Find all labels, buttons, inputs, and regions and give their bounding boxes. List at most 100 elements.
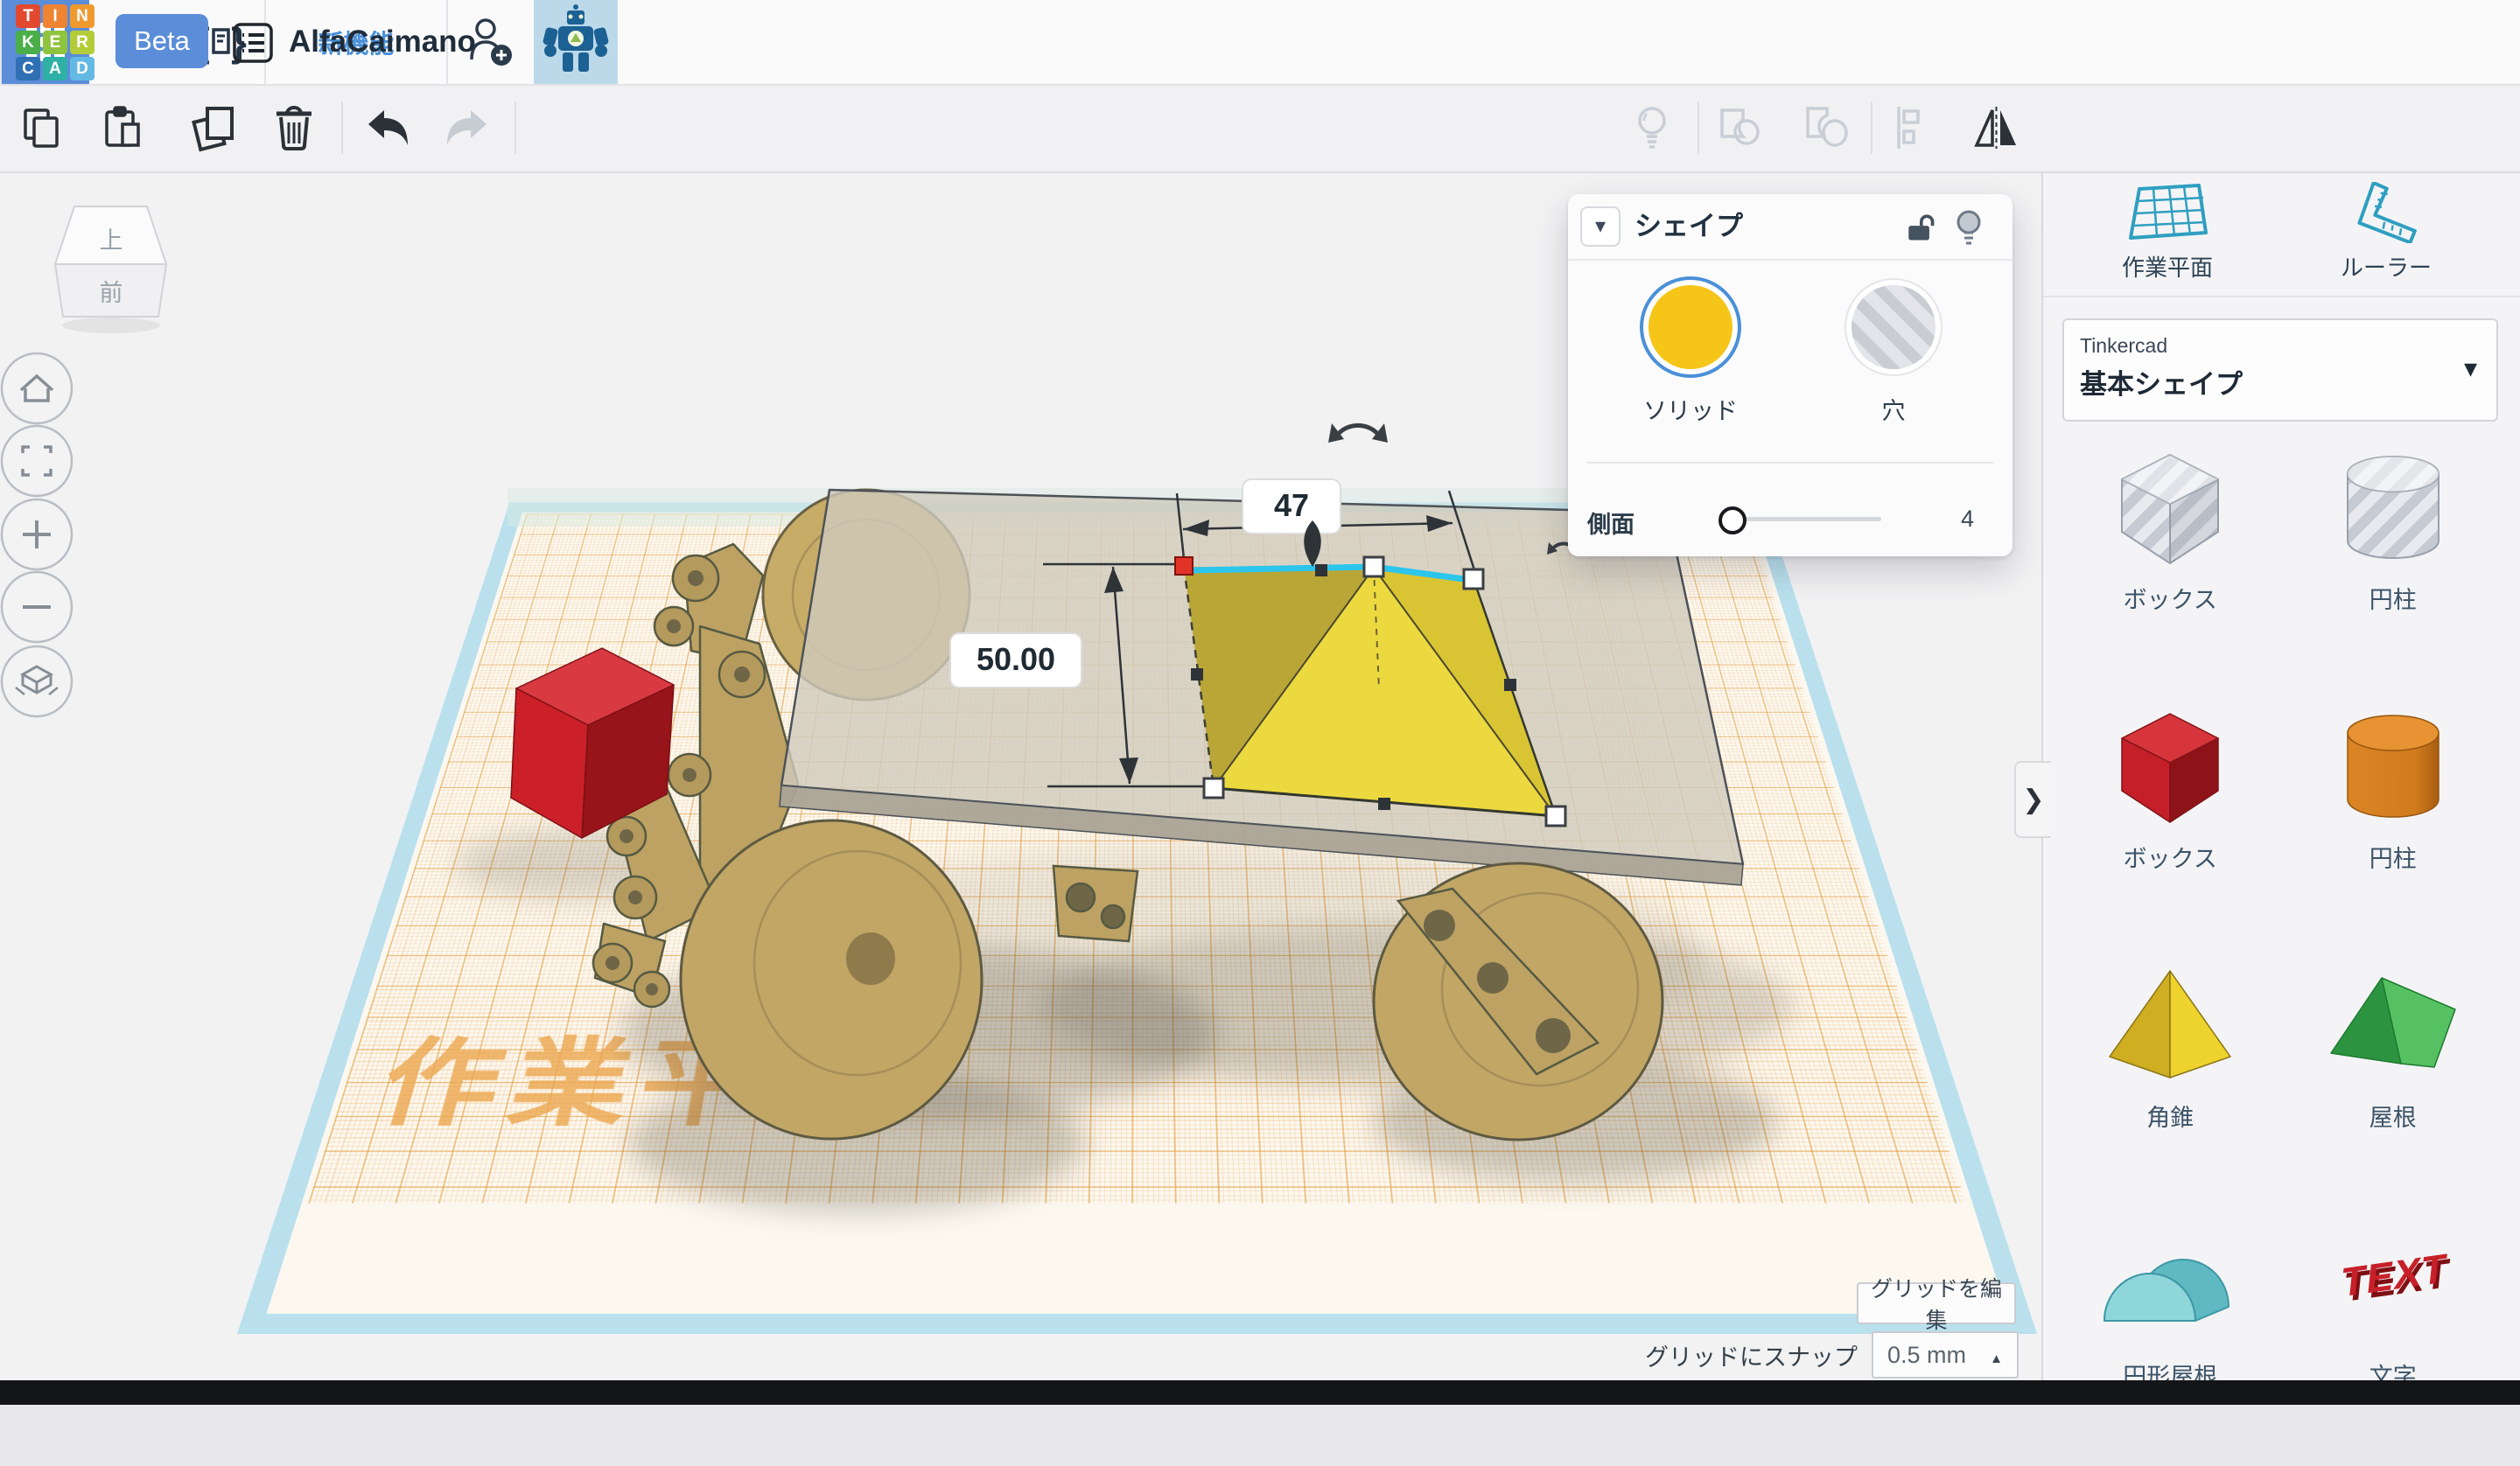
undo-icon: [368, 110, 408, 145]
zoom-out-button[interactable]: [0, 570, 74, 644]
shape-item-round-roof[interactable]: 円形屋根: [2059, 1207, 2282, 1466]
shape-item-pyramid[interactable]: 角錐: [2059, 948, 2282, 1207]
toolbar-divider: [341, 101, 343, 154]
dropdown-selected-value: 基本シェイプ: [2080, 369, 2243, 400]
delete-button[interactable]: [271, 103, 317, 152]
ungroup-button[interactable]: [1802, 103, 1852, 152]
sides-value: 4: [1960, 506, 1974, 532]
dim-label-width[interactable]: 47: [1242, 478, 1341, 534]
shape-round-roof-icon: [2104, 1259, 2230, 1322]
paste-button[interactable]: [100, 105, 145, 150]
redo-icon: [447, 110, 486, 145]
list-icon: [233, 23, 273, 63]
fit-view-button[interactable]: [0, 424, 74, 498]
light-bulb-icon: [1638, 107, 1666, 149]
lock-icon[interactable]: [1902, 210, 1937, 245]
document-properties-button[interactable]: [231, 21, 275, 65]
panel-collapse-button[interactable]: [1580, 206, 1620, 247]
sides-slider[interactable]: [1718, 506, 1881, 534]
caret-up-icon: [1990, 1342, 2003, 1369]
shape-item-box-hole[interactable]: ボックス: [2059, 430, 2282, 689]
duplicate-icon: [192, 107, 234, 152]
shape-item-roof[interactable]: 屋根: [2282, 948, 2505, 1207]
undo-button[interactable]: [361, 105, 410, 150]
svg-text:前: 前: [100, 280, 123, 306]
toolbar-divider: [1698, 101, 1699, 154]
align-icon: [1897, 107, 1920, 149]
shape-gallery: ボックス 円柱 ボックス 円柱 角錐 屋根 円形屋根 TEXT TEXT 文字: [2043, 430, 2520, 1466]
workplane-tool-label: 作業平面: [2121, 255, 2213, 281]
sidebar-collapse-tab[interactable]: [2014, 761, 2051, 838]
main-toolbar: [0, 84, 2520, 173]
dropdown-brand-label: Tinkercad: [2080, 334, 2168, 357]
hole-label: 穴: [1881, 398, 1906, 424]
home-view-button[interactable]: [0, 352, 74, 425]
hole-swatch[interactable]: [1852, 285, 1936, 369]
car-front-left-wheel[interactable]: [679, 819, 984, 1141]
show-all-button[interactable]: [1631, 103, 1673, 152]
shape-pyramid-icon: [2109, 970, 2231, 1079]
ruler-tool-label: ルーラー: [2340, 255, 2432, 281]
svg-text:47: 47: [1274, 487, 1309, 523]
beta-badge: Beta: [116, 14, 208, 68]
shape-item-cylinder[interactable]: 円柱: [2282, 689, 2505, 948]
shape-cylinder-icon: [2347, 715, 2440, 818]
perspective-toggle-button[interactable]: [0, 645, 74, 718]
selected-corner-handle: [1174, 556, 1194, 576]
edit-grid-button[interactable]: グリッドを編集: [1857, 1277, 2016, 1333]
group-icon: [1720, 108, 1760, 145]
duplicate-button[interactable]: [188, 103, 237, 152]
shape-item-cylinder-hole[interactable]: 円柱: [2282, 430, 2505, 689]
group-button[interactable]: [1715, 103, 1764, 152]
shape-cylinder-hole-icon: [2346, 456, 2440, 559]
view-cube[interactable]: 上 前: [53, 206, 168, 333]
zoom-in-button[interactable]: [0, 498, 74, 571]
user-avatar[interactable]: [534, 0, 618, 84]
workplane-tool[interactable]: 作業平面: [2071, 182, 2264, 283]
paste-icon: [105, 106, 140, 147]
snap-grid-select[interactable]: 0.5 mm: [1872, 1331, 2019, 1379]
sides-label: 側面: [1587, 512, 1634, 538]
shape-panel-header: シェイプ: [1568, 194, 2012, 261]
document-title[interactable]: AlfaCaimano: [289, 0, 476, 84]
visibility-bulb-icon[interactable]: [1950, 206, 1988, 248]
panel-divider: [1587, 462, 1993, 464]
car-mid-bracket[interactable]: [1052, 864, 1139, 943]
shape-roof-icon: [2330, 977, 2456, 1068]
shape-item-box[interactable]: ボックス: [2059, 689, 2282, 948]
mirror-icon: [1974, 107, 2016, 149]
toolbar-divider: [514, 101, 516, 154]
svg-text:50.00: 50.00: [976, 641, 1055, 677]
solid-swatch[interactable]: [1648, 285, 1732, 369]
trash-icon: [276, 106, 312, 150]
snap-grid-value: 0.5 mm: [1887, 1341, 1967, 1368]
caret-down-icon: [2464, 353, 2477, 384]
dim-label-depth[interactable]: 50.00: [949, 632, 1082, 688]
solid-option[interactable]: ソリッド: [1603, 278, 1778, 426]
snap-to-grid-row: グリッドにスナップ 0.5 mm: [1645, 1331, 2019, 1379]
footer-bar: [0, 1380, 2520, 1405]
sidebar-tools-row: 作業平面 ルーラー: [2043, 171, 2520, 297]
rotate-handle-icon[interactable]: [1328, 422, 1388, 443]
ruler-icon: [2357, 182, 2417, 243]
shape-box-hole-icon: [2121, 454, 2220, 564]
panel-title: シェイプ: [1634, 211, 1743, 241]
shape-category-dropdown[interactable]: Tinkercad 基本シェイプ: [2062, 318, 2498, 422]
copy-button[interactable]: [18, 105, 64, 150]
hole-option[interactable]: 穴: [1806, 278, 1981, 426]
solid-label: ソリッド: [1643, 398, 1738, 424]
caret-down-icon: [1595, 216, 1606, 237]
snap-to-grid-label: グリッドにスナップ: [1645, 1344, 1858, 1371]
shape-item-text[interactable]: TEXT TEXT 文字: [2282, 1207, 2505, 1466]
chevron-right-icon: [2022, 785, 2044, 815]
shapes-sidebar: インポート エクスポート 共有 作業平面 ルーラー: [2041, 84, 2520, 1390]
redo-button[interactable]: [444, 105, 494, 150]
align-button[interactable]: [1888, 103, 1934, 152]
tinkercad-logo[interactable]: T I N K E R C A D: [16, 4, 100, 81]
svg-text:上: 上: [100, 227, 123, 254]
ruler-tool[interactable]: ルーラー: [2290, 182, 2482, 283]
sides-slider-thumb[interactable]: [1718, 506, 1746, 534]
shape-properties-panel: シェイプ ソリッド 穴 側面 4: [1568, 194, 2012, 556]
mirror-button[interactable]: [1970, 103, 2023, 152]
copy-icon: [24, 108, 59, 148]
